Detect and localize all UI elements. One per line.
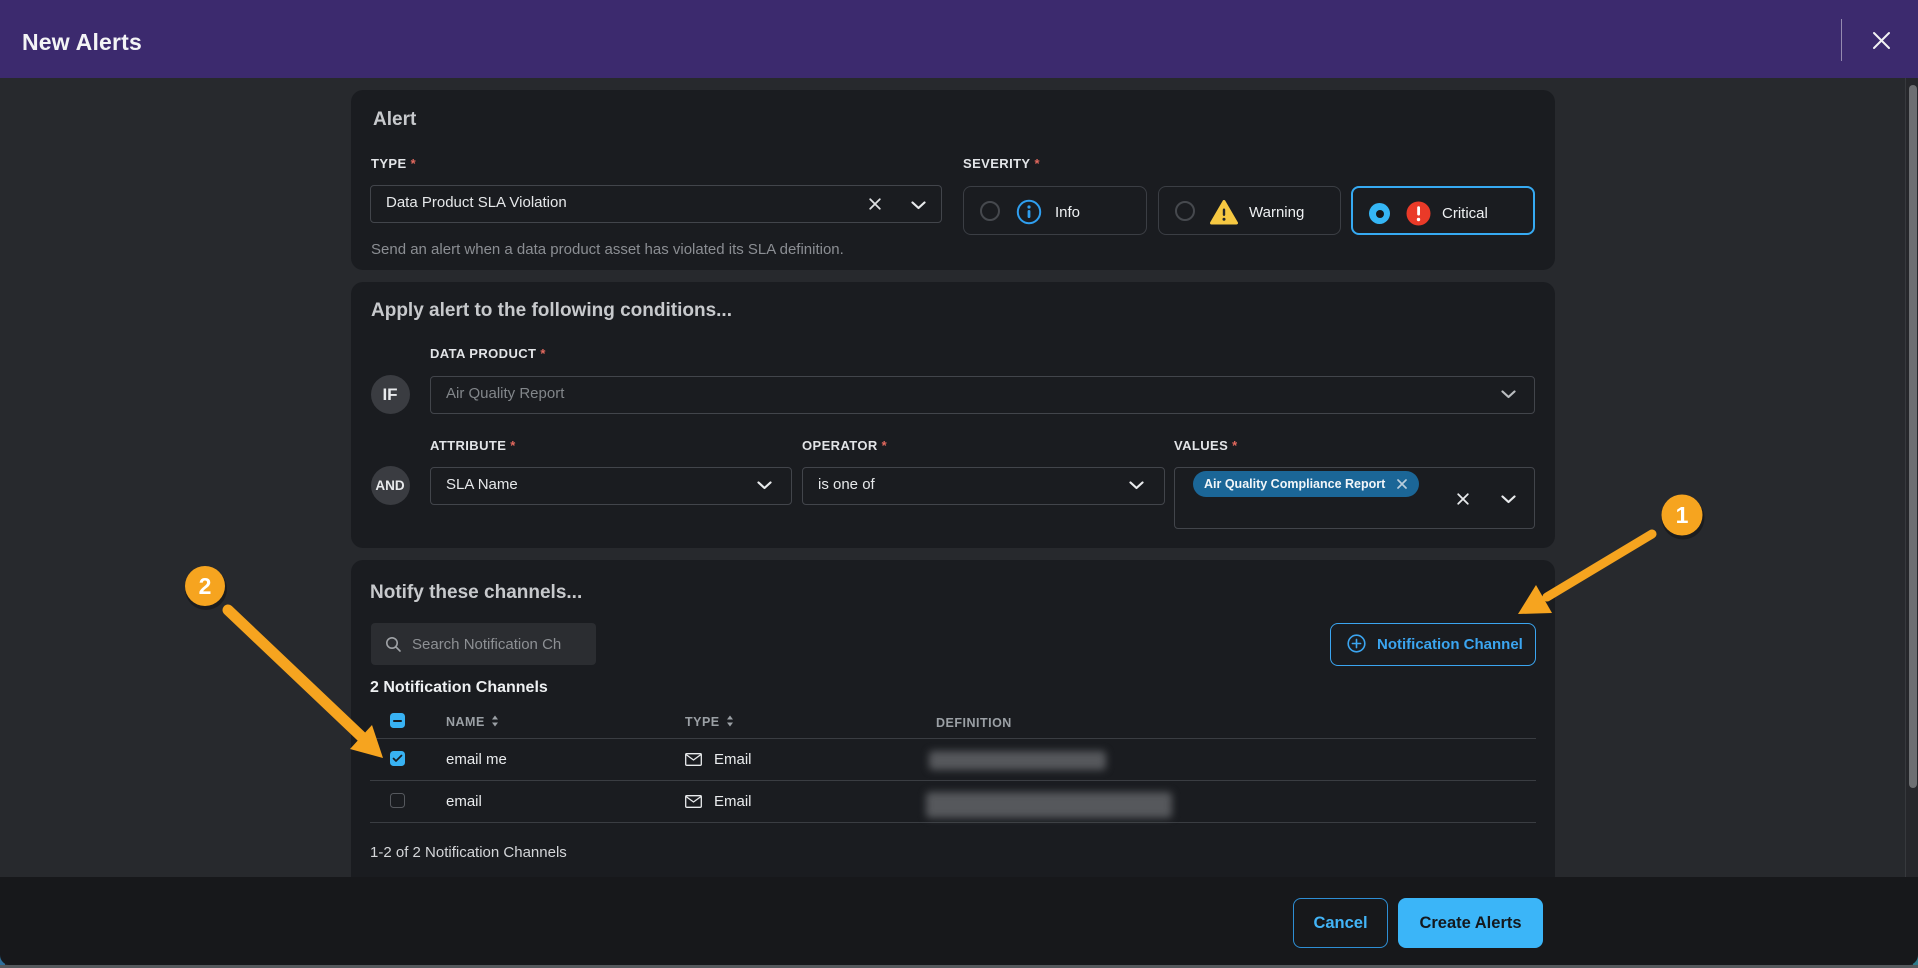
svg-text:2: 2: [199, 573, 212, 599]
svg-text:1: 1: [1676, 502, 1689, 528]
